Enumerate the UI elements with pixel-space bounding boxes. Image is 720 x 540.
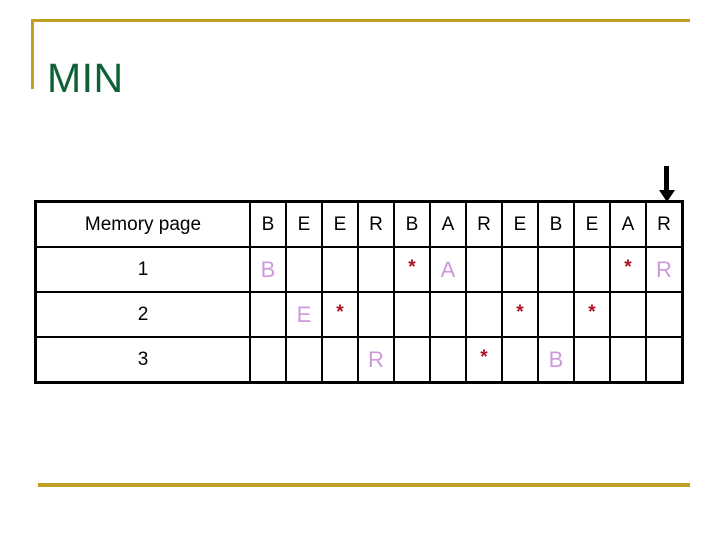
reference-cell: A xyxy=(609,200,647,248)
frame-cell: B xyxy=(249,246,287,293)
frame-cell xyxy=(465,246,503,293)
title-top-rule xyxy=(31,19,690,22)
frame-cell xyxy=(429,291,467,338)
frame-cell: * xyxy=(501,291,539,338)
frame-label: 2 xyxy=(34,291,251,338)
frame-cell xyxy=(573,246,611,293)
frame-cell xyxy=(609,336,647,384)
frame-cell: R xyxy=(357,336,395,384)
memory-trace-table: Memory page B E E R B A R E B E A R 1 B … xyxy=(34,200,684,384)
frame-label: 1 xyxy=(34,246,251,293)
frame-cell: * xyxy=(465,336,503,384)
frame-cell xyxy=(249,336,287,384)
row-label-header: Memory page xyxy=(34,200,251,248)
reference-cell: E xyxy=(501,200,539,248)
asterisk-marker: * xyxy=(624,256,632,278)
frame-cell xyxy=(609,291,647,338)
asterisk-marker: * xyxy=(480,346,488,368)
frame-cell xyxy=(429,336,467,384)
reference-cell: R xyxy=(357,200,395,248)
frame-cell xyxy=(285,246,323,293)
table-row: 3 R * B xyxy=(34,336,684,384)
page-title: MIN xyxy=(47,55,124,102)
frame-cell xyxy=(573,336,611,384)
reference-cell: E xyxy=(573,200,611,248)
page-letter: R xyxy=(368,346,384,372)
frame-cell xyxy=(285,336,323,384)
frame-cell xyxy=(645,336,684,384)
reference-cell: B xyxy=(393,200,431,248)
asterisk-marker: * xyxy=(408,256,416,278)
asterisk-marker: * xyxy=(516,301,524,323)
reference-cell: R xyxy=(465,200,503,248)
frame-label: 3 xyxy=(34,336,251,384)
frame-cell xyxy=(537,246,575,293)
frame-cell xyxy=(501,336,539,384)
title-left-rule xyxy=(31,19,34,89)
frame-cell: E xyxy=(285,291,323,338)
frame-cell xyxy=(249,291,287,338)
bottom-rule xyxy=(38,483,690,487)
frame-cell xyxy=(357,246,395,293)
frame-cell xyxy=(357,291,395,338)
reference-cell: E xyxy=(321,200,359,248)
frame-cell: B xyxy=(537,336,575,384)
reference-cell: B xyxy=(249,200,287,248)
reference-cell: B xyxy=(537,200,575,248)
table-row: 1 B * A * R xyxy=(34,246,684,293)
asterisk-marker: * xyxy=(588,301,596,323)
frame-cell xyxy=(321,336,359,384)
frame-cell: R xyxy=(645,246,684,293)
frame-cell xyxy=(645,291,684,338)
frame-cell xyxy=(321,246,359,293)
frame-cell: * xyxy=(393,246,431,293)
frame-cell xyxy=(537,291,575,338)
page-letter: R xyxy=(656,256,672,282)
frame-cell xyxy=(393,291,431,338)
frame-cell: * xyxy=(573,291,611,338)
table-header-row: Memory page B E E R B A R E B E A R xyxy=(34,200,684,248)
down-arrow-icon xyxy=(658,166,676,202)
asterisk-marker: * xyxy=(336,301,344,323)
frame-cell: * xyxy=(609,246,647,293)
reference-cell: E xyxy=(285,200,323,248)
page-letter: B xyxy=(548,346,564,372)
page-letter: B xyxy=(260,256,276,282)
frame-cell: * xyxy=(321,291,359,338)
table-body: Memory page B E E R B A R E B E A R 1 B … xyxy=(34,200,684,384)
reference-cell: R xyxy=(645,200,684,248)
reference-cell: A xyxy=(429,200,467,248)
frame-cell xyxy=(501,246,539,293)
page-letter: A xyxy=(440,256,456,282)
table-row: 2 E * * * xyxy=(34,291,684,338)
frame-cell xyxy=(465,291,503,338)
frame-cell xyxy=(393,336,431,384)
page-letter: E xyxy=(296,301,312,327)
frame-cell: A xyxy=(429,246,467,293)
